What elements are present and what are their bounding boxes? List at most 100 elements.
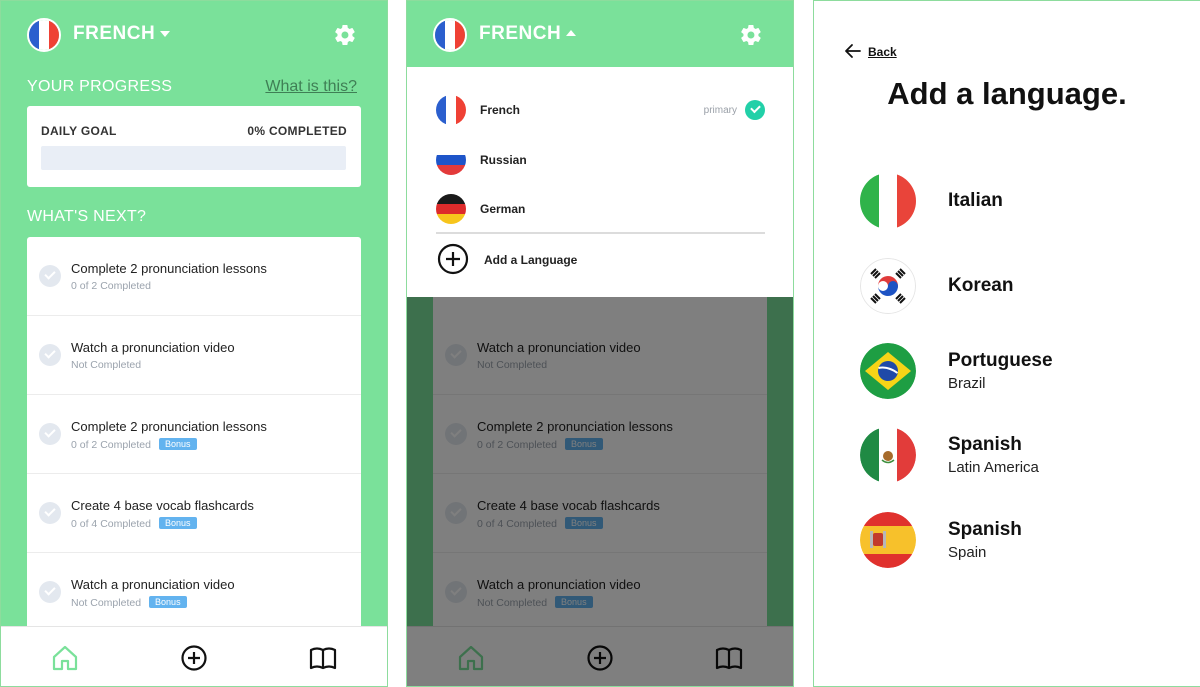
add-language-screen: Back Add a language. Italian Korean Port…	[813, 0, 1200, 687]
task-list: Complete 2 pronunciation lessons 0 of 2 …	[27, 237, 361, 637]
task-row[interactable]: Complete 2 pronunciation lessons 0 of 2 …	[27, 237, 361, 316]
task-row[interactable]: Watch a pronunciation video Not Complete…	[27, 316, 361, 395]
language-name: Italian	[948, 190, 1003, 211]
gear-icon[interactable]	[333, 23, 357, 47]
check-icon	[39, 265, 61, 287]
bottom-nav	[1, 626, 387, 686]
task-row[interactable]: Watch a pronunciation video Not Complete…	[27, 553, 361, 632]
daily-goal-status: 0% COMPLETED	[247, 124, 347, 138]
language-option-korean[interactable]: Korean	[860, 258, 1160, 316]
chevron-down-icon[interactable]	[160, 31, 170, 37]
language-name: Spanish	[948, 434, 1022, 455]
bottom-nav	[407, 626, 793, 686]
language-option-portuguese-brazil[interactable]: Portuguese Brazil	[860, 343, 1160, 401]
language-dropdown: French primary Russian German Add a Lang…	[407, 67, 793, 297]
task-status: Not Completed Bonus	[71, 596, 187, 609]
add-language-button[interactable]: Add a Language	[407, 235, 793, 285]
language-option-label: Russian	[480, 153, 527, 167]
spain-flag-icon	[860, 512, 916, 568]
task-title: Create 4 base vocab flashcards	[71, 498, 254, 513]
language-option-label: French	[480, 103, 521, 117]
home-icon[interactable]	[457, 644, 485, 672]
book-icon[interactable]	[309, 644, 337, 672]
add-circle-icon	[437, 243, 469, 275]
language-option-italian[interactable]: Italian	[860, 173, 1160, 231]
task-title: Watch a pronunciation video	[477, 340, 641, 355]
korea-flag-icon	[860, 258, 916, 314]
primary-label: primary	[703, 105, 737, 116]
france-flag-icon	[436, 95, 466, 125]
italy-flag-icon	[860, 173, 916, 229]
book-icon[interactable]	[715, 644, 743, 672]
daily-goal-label: DAILY GOAL	[41, 124, 117, 138]
whats-next-heading: WHAT'S NEXT?	[27, 208, 147, 225]
task-status: Not Completed Bonus	[477, 596, 593, 609]
language-selector[interactable]: FRENCH	[479, 23, 561, 45]
divider	[436, 232, 765, 234]
daily-goal-progress-bar	[41, 146, 346, 170]
home-icon[interactable]	[51, 644, 79, 672]
task-title: Watch a pronunciation video	[71, 340, 235, 355]
language-selector[interactable]: FRENCH	[73, 23, 155, 45]
check-icon	[39, 581, 61, 603]
check-icon	[39, 423, 61, 445]
task-row[interactable]: Watch a pronunciation video Not Complete…	[433, 316, 767, 395]
back-label: Back	[868, 45, 897, 59]
task-status: 0 of 4 Completed Bonus	[71, 517, 197, 530]
check-icon	[445, 502, 467, 524]
task-status: Not Completed	[71, 359, 142, 371]
language-name: Korean	[948, 275, 1014, 296]
add-circle-icon[interactable]	[586, 644, 614, 672]
france-flag-icon[interactable]	[433, 18, 467, 52]
chevron-up-icon[interactable]	[566, 30, 576, 36]
task-status: 0 of 2 Completed	[71, 280, 151, 292]
task-status: 0 of 4 Completed Bonus	[477, 517, 603, 530]
what-is-this-link[interactable]: What is this?	[265, 78, 357, 96]
task-row[interactable]: Create 4 base vocab flashcards 0 of 4 Co…	[433, 474, 767, 553]
germany-flag-icon	[436, 194, 466, 224]
language-region: Latin America	[948, 459, 1039, 476]
task-title: Create 4 base vocab flashcards	[477, 498, 660, 513]
check-icon	[445, 581, 467, 603]
task-row[interactable]: Create 4 base vocab flashcards 0 of 4 Co…	[27, 474, 361, 553]
language-region: Brazil	[948, 375, 986, 392]
task-list: Watch a pronunciation video Not Complete…	[433, 237, 767, 637]
task-row[interactable]: Complete 2 pronunciation lessons 0 of 2 …	[27, 395, 361, 474]
task-row[interactable]: Complete 2 pronunciation lessons 0 of 2 …	[433, 395, 767, 474]
bonus-badge: Bonus	[564, 517, 603, 529]
bonus-badge: Bonus	[158, 438, 197, 450]
language-region: Spain	[948, 544, 987, 561]
language-switcher-screen: FRENCH French primary Russian German Add…	[406, 0, 794, 687]
task-title: Complete 2 pronunciation lessons	[71, 261, 267, 276]
check-icon	[39, 344, 61, 366]
task-title: Watch a pronunciation video	[71, 577, 235, 592]
bonus-badge: Bonus	[555, 596, 593, 608]
language-option-spanish-spain[interactable]: Spanish Spain	[860, 512, 1160, 570]
arrow-left-icon	[845, 44, 861, 58]
task-title: Watch a pronunciation video	[477, 577, 641, 592]
language-option-label: German	[480, 202, 526, 216]
check-icon	[745, 100, 765, 120]
check-icon	[39, 502, 61, 524]
russia-flag-icon	[436, 145, 466, 175]
add-language-label: Add a Language	[484, 253, 578, 267]
task-title: Complete 2 pronunciation lessons	[477, 419, 673, 434]
switcher-header: FRENCH	[407, 1, 793, 67]
add-circle-icon[interactable]	[180, 644, 208, 672]
page-title: Add a language.	[887, 76, 1127, 111]
progress-heading: YOUR PROGRESS	[27, 78, 173, 95]
language-option-german[interactable]: German	[407, 185, 793, 231]
task-row[interactable]: Watch a pronunciation video Not Complete…	[433, 553, 767, 632]
language-name: Spanish	[948, 519, 1022, 540]
daily-goal-card: DAILY GOAL 0% COMPLETED	[27, 106, 361, 187]
language-option-russian[interactable]: Russian	[407, 136, 793, 182]
mexico-flag-icon	[860, 427, 916, 483]
language-option-spanish-latin-america[interactable]: Spanish Latin America	[860, 427, 1160, 485]
task-status: 0 of 2 Completed Bonus	[477, 438, 603, 451]
gear-icon[interactable]	[739, 23, 763, 47]
language-option-french[interactable]: French primary	[407, 86, 793, 132]
france-flag-icon[interactable]	[27, 18, 61, 52]
task-status: Not Completed	[477, 359, 548, 371]
home-screen: FRENCH YOUR PROGRESS What is this? DAILY…	[0, 0, 388, 687]
brazil-flag-icon	[860, 343, 916, 399]
